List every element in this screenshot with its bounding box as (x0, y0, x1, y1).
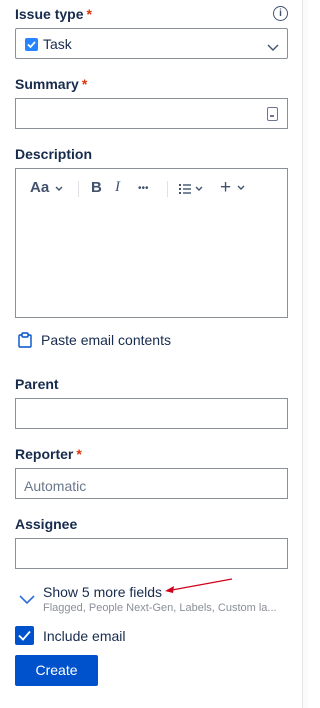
bold-button[interactable]: B (91, 179, 102, 196)
paste-email-label: Paste email contents (41, 332, 171, 348)
insert-button[interactable]: + (220, 177, 245, 199)
toolbar-divider (78, 181, 79, 197)
parent-input[interactable] (15, 398, 288, 429)
more-fields-list: Flagged, People Next-Gen, Labels, Custom… (43, 602, 277, 614)
list-icon (179, 184, 203, 194)
description-label: Description (15, 146, 93, 162)
editor-toolbar: Aa B I ••• + (16, 169, 287, 209)
annotation-arrow (165, 578, 233, 593)
issue-type-label: Issue type * (15, 6, 92, 22)
description-editor[interactable]: Aa B I ••• + (15, 168, 288, 318)
italic-button[interactable]: I (115, 179, 120, 196)
show-more-fields-label: Show 5 more fields (43, 584, 163, 600)
info-icon[interactable]: i (273, 6, 288, 21)
list-button[interactable] (179, 182, 205, 199)
reporter-input[interactable]: Automatic (15, 468, 288, 499)
chevron-down-icon (55, 186, 63, 191)
reporter-placeholder: Automatic (24, 478, 87, 494)
include-email-label: Include email (43, 628, 126, 644)
clipboard-icon (18, 332, 32, 351)
assignee-label: Assignee (15, 516, 78, 532)
issue-type-select[interactable]: Task (15, 28, 288, 59)
chevron-down-icon (267, 39, 279, 55)
parent-label: Parent (15, 376, 59, 392)
assignee-input[interactable] (15, 538, 288, 569)
scrollbar[interactable] (302, 0, 308, 708)
task-type-icon (25, 38, 38, 51)
show-more-fields-button[interactable]: Show 5 more fields Flagged, People Next-… (15, 583, 295, 615)
toolbar-divider (167, 181, 168, 197)
emoji-picker-icon[interactable] (267, 107, 278, 121)
create-button[interactable]: Create (15, 655, 98, 686)
chevron-down-icon (237, 185, 245, 190)
text-style-button[interactable]: Aa (30, 179, 63, 196)
summary-input[interactable] (15, 98, 288, 129)
summary-label: Summary * (15, 76, 88, 92)
checkbox-checked-icon (15, 626, 34, 645)
required-mark: * (81, 76, 88, 92)
required-mark: * (86, 6, 92, 22)
reporter-label: Reporter * (15, 446, 82, 462)
create-issue-panel: Issue type * i Task Summary * Description … (0, 0, 308, 708)
more-formatting-button[interactable]: ••• (138, 183, 149, 194)
chevron-down-icon (19, 592, 35, 608)
issue-type-value: Task (43, 36, 72, 52)
required-mark: * (76, 446, 82, 462)
